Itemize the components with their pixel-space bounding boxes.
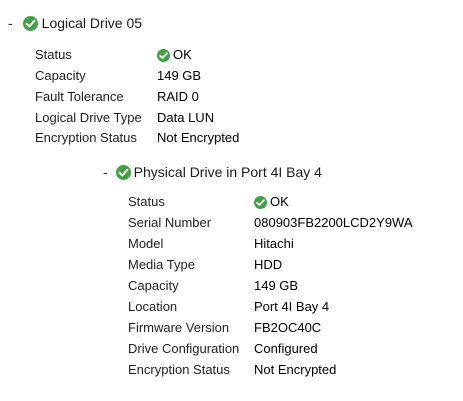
physical-drive-collapse-toggle[interactable]: - [103,165,108,179]
physical-drive-model-row: Model Hitachi [128,236,294,252]
status-value: OK [173,47,192,62]
physical-drive-capacity-row: Capacity 149 GB [128,278,298,294]
property-value: Not Encrypted [254,362,337,377]
property-value: Hitachi [254,236,294,251]
logical-drive-fault-tolerance-row: Fault Tolerance RAID 0 [35,89,199,105]
property-value: Data LUN [157,110,215,125]
property-value: Port 4I Bay 4 [254,299,330,314]
logical-drive-capacity-row: Capacity 149 GB [35,68,201,84]
property-label: Capacity [128,278,179,293]
physical-drive-title: Physical Drive in Port 4I Bay 4 [133,164,322,180]
ok-check-icon [115,164,131,180]
property-value: 080903FB2200LCD2Y9WA [254,215,413,230]
property-label: Encryption Status [128,362,230,377]
property-value: Not Encrypted [157,130,240,145]
physical-drive-serial-row: Serial Number 080903FB2200LCD2Y9WA [128,215,413,231]
ok-check-icon [157,48,170,62]
property-value: HDD [254,257,283,272]
physical-drive-location-row: Location Port 4I Bay 4 [128,299,329,315]
logical-drive-encryption-row: Encryption Status Not Encrypted [35,130,239,146]
property-label: Fault Tolerance [35,89,124,104]
property-label: Model [128,236,164,251]
logical-drive-header: - Logical Drive 05 [8,15,142,31]
ok-check-icon [254,195,267,209]
property-value: OK [157,47,192,63]
physical-drive-status-row: Status OK [128,194,289,210]
property-label: Encryption Status [35,130,137,145]
ok-check-icon [22,15,38,31]
logical-drive-status-row: Status OK [35,47,192,63]
property-value: RAID 0 [157,89,199,104]
property-value: Configured [254,341,318,356]
property-value: OK [254,194,289,210]
logical-drive-collapse-toggle[interactable]: - [8,16,13,30]
property-label: Status [35,47,72,62]
logical-drive-title: Logical Drive 05 [41,15,143,31]
physical-drive-encryption-row: Encryption Status Not Encrypted [128,362,336,378]
physical-drive-media-type-row: Media Type HDD [128,257,282,273]
property-label: Firmware Version [128,320,230,335]
property-label: Location [128,299,178,314]
property-label: Media Type [128,257,195,272]
physical-drive-header: - Physical Drive in Port 4I Bay 4 [103,164,322,180]
property-value: FB2OC40C [254,320,322,335]
physical-drive-firmware-row: Firmware Version FB2OC40C [128,320,321,336]
physical-drive-configuration-row: Drive Configuration Configured [128,341,318,357]
property-label: Status [128,194,165,209]
status-value: OK [270,194,289,209]
property-value: 149 GB [254,278,299,293]
property-label: Logical Drive Type [35,110,142,125]
property-label: Serial Number [128,215,212,230]
logical-drive-type-row: Logical Drive Type Data LUN [35,110,214,126]
property-value: 149 GB [157,68,202,83]
property-label: Capacity [35,68,86,83]
property-label: Drive Configuration [128,341,240,356]
